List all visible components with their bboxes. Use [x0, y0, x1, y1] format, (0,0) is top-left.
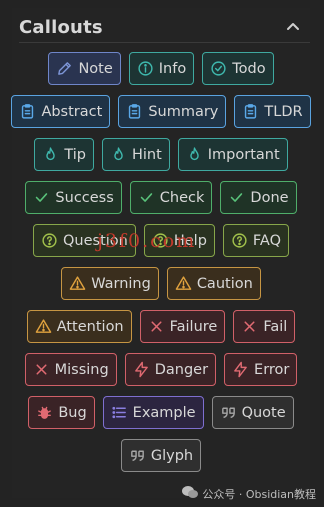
callout-label: Example — [132, 404, 196, 421]
callout-tip-button[interactable]: Tip — [34, 138, 94, 171]
check-circle-icon — [210, 60, 227, 77]
x-icon — [33, 361, 50, 378]
x-icon — [148, 318, 165, 335]
quote-icon — [129, 447, 146, 464]
callout-label: Success — [55, 189, 114, 206]
pencil-icon — [56, 60, 73, 77]
callouts-panel: Callouts Note Info Todo Abstract Summary TLDR… — [11, 8, 311, 498]
callout-abstract-button[interactable]: Abstract — [11, 95, 111, 128]
callout-label: Abstract — [41, 103, 103, 120]
flame-icon — [42, 146, 59, 163]
callout-grid: Note Info Todo Abstract Summary TLDR Tip Hint Im… — [11, 52, 311, 482]
callout-faq-button[interactable]: FAQ — [222, 224, 289, 257]
bug-icon — [36, 404, 53, 421]
callout-caution-button[interactable]: Caution — [166, 267, 261, 300]
callout-label: Fail — [263, 318, 288, 335]
watermark: 公众号 · Obsidian教程 — [182, 485, 316, 502]
callout-row: Attention Failure Fail — [12, 310, 310, 343]
callout-label: Summary — [148, 103, 219, 120]
callout-failure-button[interactable]: Failure — [139, 310, 226, 343]
callout-label: Danger — [154, 361, 209, 378]
callout-row: Glyph — [12, 439, 310, 472]
panel-title: Callouts — [19, 16, 103, 38]
info-icon — [137, 60, 154, 77]
callout-label: Note — [78, 60, 113, 77]
callout-label: Missing — [54, 361, 109, 378]
callout-label: Warning — [91, 275, 151, 292]
callout-error-button[interactable]: Error — [224, 353, 298, 386]
check-icon — [33, 189, 50, 206]
flame-icon — [186, 146, 203, 163]
callout-quote-button[interactable]: Quote — [211, 396, 294, 429]
watermark-text: 公众号 · Obsidian教程 — [202, 487, 316, 501]
callout-tldr-button[interactable]: TLDR — [234, 95, 311, 128]
overlay-watermark-text: j3f0.com — [97, 230, 197, 252]
clipboard-icon — [19, 103, 36, 120]
flame-icon — [110, 146, 127, 163]
callout-attention-button[interactable]: Attention — [26, 310, 132, 343]
callout-note-button[interactable]: Note — [48, 52, 121, 85]
callout-row: Bug Example Quote — [12, 396, 310, 429]
callout-label: Hint — [131, 146, 162, 163]
help-circle-icon — [41, 232, 58, 249]
callout-check-button[interactable]: Check — [129, 181, 213, 214]
zap-icon — [133, 361, 150, 378]
callout-bug-button[interactable]: Bug — [28, 396, 95, 429]
callout-row: Missing Danger Error — [12, 353, 310, 386]
warning-icon — [35, 318, 52, 335]
list-icon — [111, 404, 128, 421]
callout-done-button[interactable]: Done — [220, 181, 297, 214]
clipboard-icon — [242, 103, 259, 120]
check-icon — [228, 189, 245, 206]
callout-example-button[interactable]: Example — [102, 396, 204, 429]
callout-glyph-button[interactable]: Glyph — [120, 439, 202, 472]
callout-row: Tip Hint Important — [12, 138, 310, 171]
callout-label: FAQ — [252, 232, 281, 249]
callout-label: Info — [158, 60, 187, 77]
callout-danger-button[interactable]: Danger — [124, 353, 217, 386]
callout-label: Done — [250, 189, 289, 206]
callout-label: Quote — [241, 404, 286, 421]
clipboard-icon — [126, 103, 143, 120]
callout-important-button[interactable]: Important — [177, 138, 288, 171]
callout-label: Error — [254, 361, 290, 378]
check-icon — [138, 189, 155, 206]
callout-label: TLDR — [264, 103, 303, 120]
callout-label: Tip — [64, 146, 86, 163]
zap-icon — [232, 361, 249, 378]
callout-label: Check — [159, 189, 205, 206]
callout-row: Abstract Summary TLDR — [11, 95, 311, 128]
callout-label: Important — [207, 146, 280, 163]
callout-info-button[interactable]: Info — [128, 52, 195, 85]
wechat-icon — [182, 485, 199, 502]
callout-row: Warning Caution — [12, 267, 310, 300]
callout-label: Bug — [58, 404, 87, 421]
warning-icon — [69, 275, 86, 292]
callout-row: Note Info Todo — [12, 52, 310, 85]
callout-row: Success Check Done — [12, 181, 310, 214]
callout-label: Todo — [232, 60, 266, 77]
callout-label: Attention — [56, 318, 124, 335]
warning-icon — [175, 275, 192, 292]
callout-label: Glyph — [150, 447, 194, 464]
callout-label: Caution — [196, 275, 253, 292]
panel-header[interactable]: Callouts — [19, 12, 310, 43]
callout-missing-button[interactable]: Missing — [24, 353, 117, 386]
callout-todo-button[interactable]: Todo — [202, 52, 274, 85]
callout-fail-button[interactable]: Fail — [233, 310, 296, 343]
callout-warning-button[interactable]: Warning — [61, 267, 159, 300]
chevron-up-icon[interactable] — [282, 16, 304, 38]
callout-summary-button[interactable]: Summary — [118, 95, 227, 128]
callout-hint-button[interactable]: Hint — [101, 138, 170, 171]
callout-success-button[interactable]: Success — [25, 181, 122, 214]
help-circle-icon — [231, 232, 248, 249]
quote-icon — [220, 404, 237, 421]
x-icon — [241, 318, 258, 335]
callout-label: Failure — [169, 318, 218, 335]
